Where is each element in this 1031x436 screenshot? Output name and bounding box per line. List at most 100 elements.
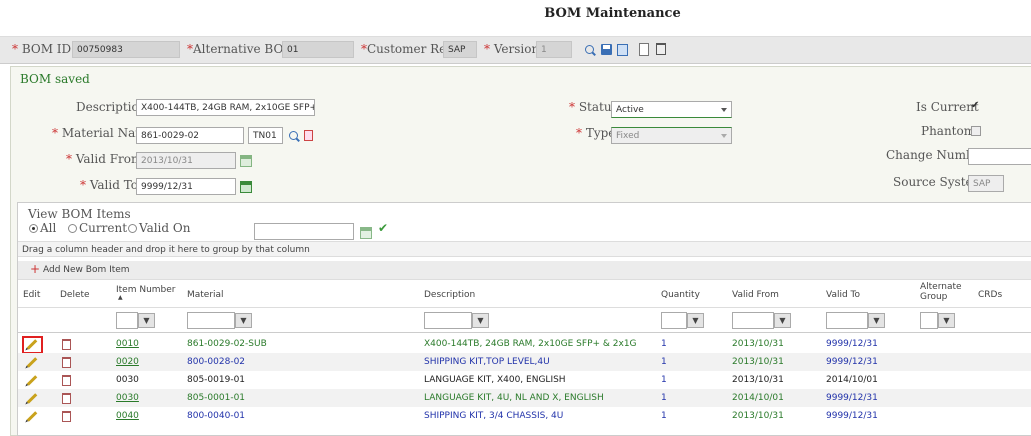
filter-icon[interactable]: ▼: [138, 313, 155, 328]
edit-pencil-icon[interactable]: [26, 375, 38, 386]
filter-description[interactable]: [424, 312, 472, 329]
col-material[interactable]: Material: [187, 290, 224, 300]
col-edit[interactable]: Edit: [23, 290, 40, 300]
page-title: BOM Maintenance: [544, 6, 681, 21]
alt-bom-field: 01: [282, 41, 354, 58]
bom-id-label: * BOM ID: [12, 42, 72, 56]
calendar-icon[interactable]: [240, 181, 252, 193]
status-message: BOM saved: [20, 72, 90, 86]
table-row[interactable]: 0010 861-0029-02-SUB X400-144TB, 24GB RA…: [18, 335, 1031, 354]
is-current-label: Is Current: [916, 100, 979, 114]
filter-alternate-group[interactable]: [920, 312, 938, 329]
bom-header-bar: * BOM ID 00750983 *Alternative BOM 01 *C…: [0, 36, 1031, 64]
filter-icon[interactable]: ▼: [235, 313, 252, 328]
row-valid-to: 9999/12/31: [826, 393, 878, 403]
table-row[interactable]: 0020 800-0028-02 SHIPPING KIT,TOP LEVEL,…: [18, 353, 1031, 371]
row-valid-to: 9999/12/31: [826, 357, 878, 367]
customer-rev-field: SAP: [443, 41, 477, 58]
row-item-number[interactable]: 0030: [116, 389, 139, 407]
valid-from-input[interactable]: 2013/10/31: [136, 152, 236, 169]
document-icon[interactable]: [304, 130, 313, 141]
filter-icon[interactable]: ▼: [938, 313, 955, 328]
filter-valid-from[interactable]: [732, 312, 774, 329]
row-item-number[interactable]: 0010: [116, 335, 139, 353]
radio-valid-on-label: Valid On: [139, 221, 191, 235]
material-plant-input[interactable]: TN01: [248, 127, 283, 144]
delete-icon[interactable]: [656, 43, 666, 55]
col-delete[interactable]: Delete: [60, 290, 90, 300]
material-search-icon[interactable]: [289, 131, 298, 140]
phantom-checkbox[interactable]: [971, 126, 981, 136]
filter-item-number[interactable]: [116, 312, 138, 329]
phantom-label: Phantom: [921, 124, 976, 138]
table-row[interactable]: 0040 800-0040-01 SHIPPING KIT, 3/4 CHASS…: [18, 407, 1031, 425]
row-item-number[interactable]: 0040: [116, 407, 139, 425]
table-row[interactable]: 0030 805-0001-01 LANGUAGE KIT, 4U, NL AN…: [18, 389, 1031, 407]
status-select[interactable]: Active: [611, 101, 732, 118]
row-material: 805-0019-01: [187, 375, 246, 385]
col-item-number[interactable]: Item Number: [116, 285, 176, 295]
filter-row: ▼ ▼ ▼ ▼ ▼ ▼ ▼: [18, 307, 1031, 333]
edit-pencil-icon[interactable]: [26, 393, 38, 404]
alt-bom-label: *Alternative BOM: [187, 42, 296, 56]
row-item-number[interactable]: 0030: [116, 371, 139, 389]
edit-pencil-icon[interactable]: [26, 357, 38, 368]
row-item-number[interactable]: 0020: [116, 353, 139, 371]
row-valid-from: 2013/10/31: [732, 411, 784, 421]
version-field: 1: [536, 41, 572, 58]
col-description[interactable]: Description: [424, 290, 475, 300]
material-name-input[interactable]: 861-0029-02: [136, 127, 244, 144]
is-current-checkbox[interactable]: ✔: [971, 100, 979, 111]
type-select[interactable]: Fixed: [611, 127, 732, 144]
col-valid-from[interactable]: Valid From: [732, 290, 779, 300]
row-description: X400-144TB, 24GB RAM, 2x10GE SFP+ & 2x1G: [424, 339, 637, 349]
radio-current[interactable]: [68, 224, 77, 233]
change-number-input[interactable]: [968, 148, 1031, 165]
filter-valid-to[interactable]: [826, 312, 868, 329]
table-row[interactable]: 0030 805-0019-01 LANGUAGE KIT, X400, ENG…: [18, 371, 1031, 389]
filter-icon[interactable]: ▼: [868, 313, 885, 328]
row-valid-from: 2014/10/01: [732, 393, 784, 403]
search-icon[interactable]: [585, 45, 594, 54]
type-label: * Type: [576, 126, 616, 140]
row-material: 861-0029-02-SUB: [187, 339, 267, 349]
valid-on-date-input[interactable]: [254, 223, 354, 240]
row-valid-from: 2013/10/31: [732, 339, 784, 349]
row-quantity: 1: [661, 339, 667, 349]
filter-icon[interactable]: ▼: [774, 313, 791, 328]
view-bom-items-label: View BOM Items: [28, 207, 131, 221]
add-bom-item-button[interactable]: Add New Bom Item: [43, 265, 130, 275]
valid-to-input[interactable]: 9999/12/31: [136, 178, 236, 195]
row-description: SHIPPING KIT,TOP LEVEL,4U: [424, 357, 550, 367]
copy-icon[interactable]: [617, 44, 628, 56]
radio-all-label: All: [40, 221, 57, 235]
filter-icon[interactable]: ▼: [472, 313, 489, 328]
col-crds[interactable]: CRDs: [978, 290, 1002, 300]
col-quantity[interactable]: Quantity: [661, 290, 700, 300]
delete-trash-icon[interactable]: [62, 375, 71, 386]
filter-material[interactable]: [187, 312, 235, 329]
calendar-icon[interactable]: [360, 227, 372, 239]
filter-icon[interactable]: ▼: [687, 313, 704, 328]
radio-valid-on[interactable]: [128, 224, 137, 233]
col-alternate-group[interactable]: Alternate Group: [920, 282, 962, 302]
row-valid-to: 9999/12/31: [826, 339, 878, 349]
description-input[interactable]: X400-144TB, 24GB RAM, 2x10GE SFP+ & 2: [136, 99, 315, 116]
delete-trash-icon[interactable]: [62, 393, 71, 404]
row-description: LANGUAGE KIT, X400, ENGLISH: [424, 375, 566, 385]
col-valid-to[interactable]: Valid To: [826, 290, 860, 300]
add-icon[interactable]: +: [30, 262, 40, 276]
delete-trash-icon[interactable]: [62, 357, 71, 368]
delete-trash-icon[interactable]: [62, 339, 71, 350]
new-document-icon[interactable]: [639, 43, 649, 56]
delete-trash-icon[interactable]: [62, 411, 71, 422]
radio-all[interactable]: [29, 224, 38, 233]
grid-toolbar: + Add New Bom Item: [18, 261, 1031, 280]
filter-quantity[interactable]: [661, 312, 687, 329]
save-icon[interactable]: [601, 44, 612, 55]
row-material: 800-0040-01: [187, 411, 246, 421]
edit-pencil-icon[interactable]: [26, 411, 38, 422]
apply-check-icon[interactable]: ✔: [378, 221, 388, 235]
calendar-icon[interactable]: [240, 155, 252, 167]
valid-from-label: * Valid From: [66, 152, 143, 166]
